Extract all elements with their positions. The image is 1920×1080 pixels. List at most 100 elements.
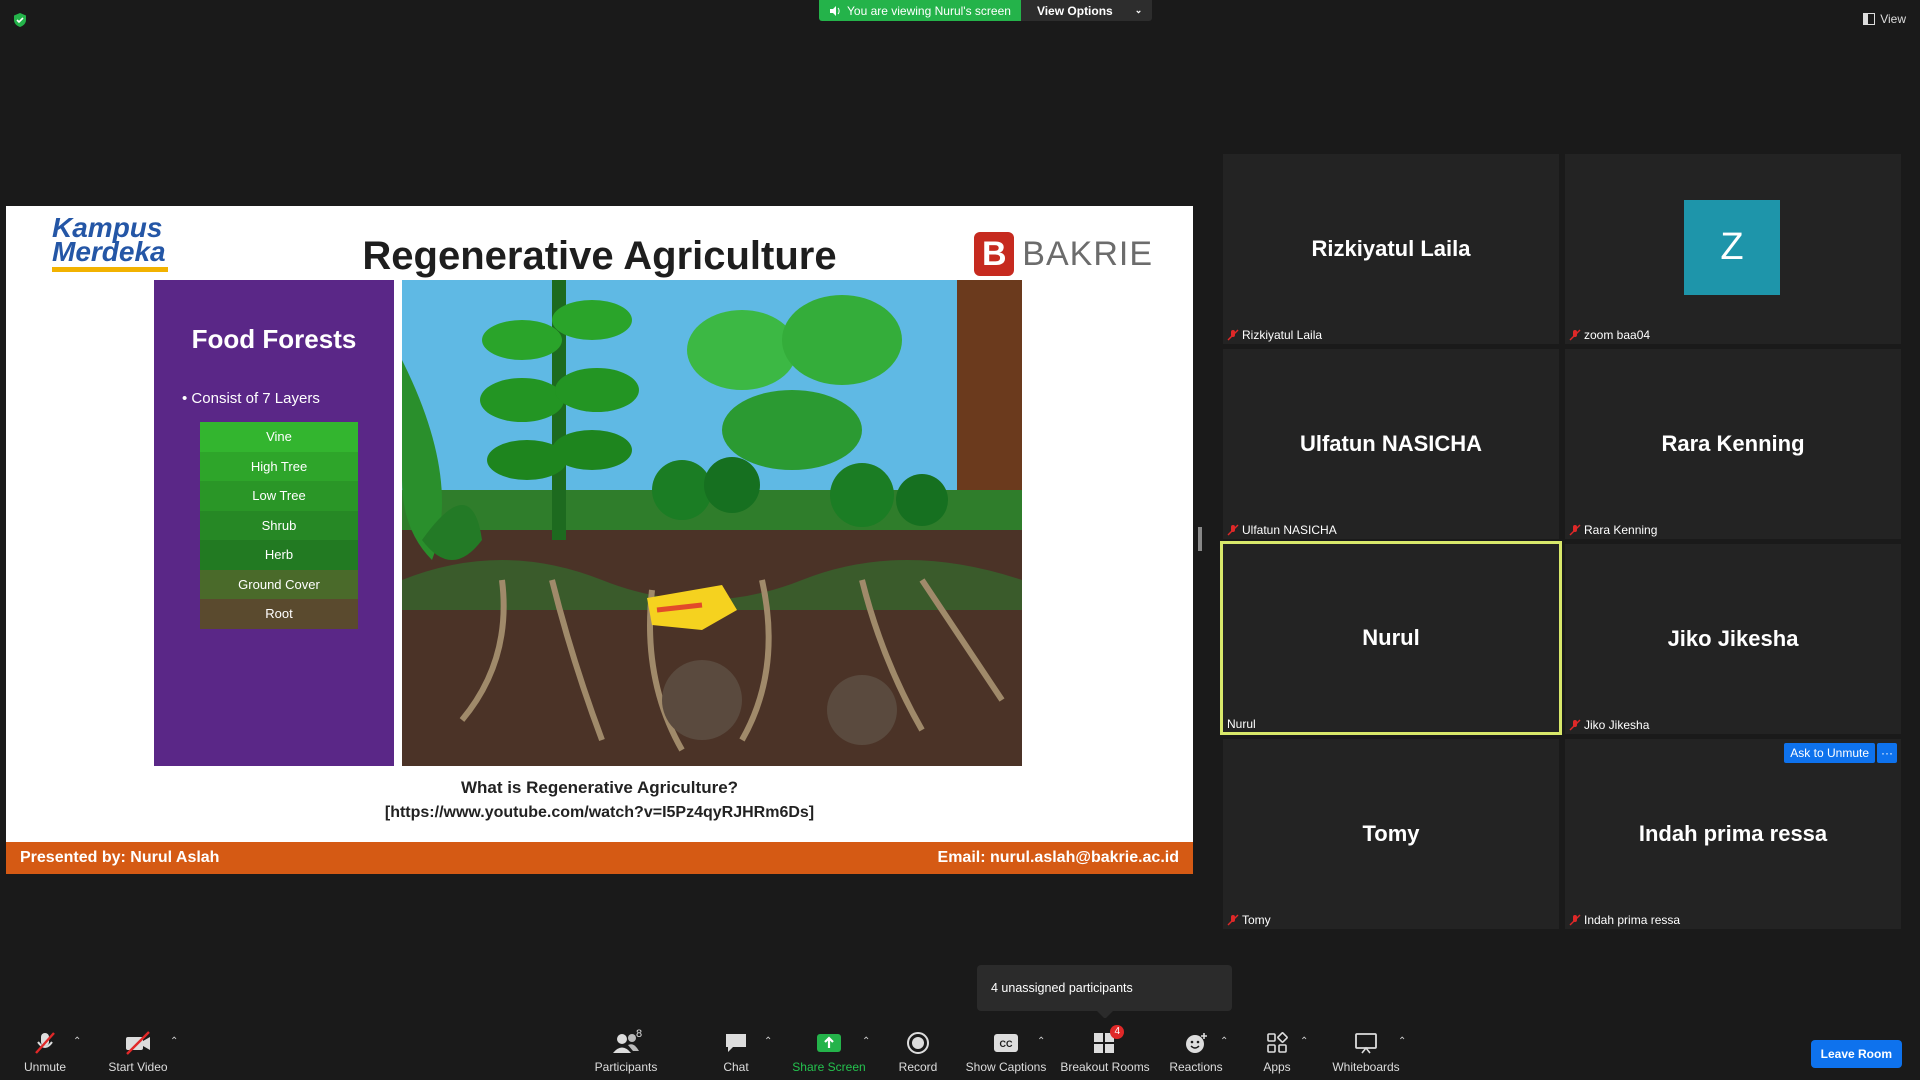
whiteboards-options-caret[interactable]: ⌃ (1398, 1036, 1406, 1047)
panel-bullet: • Consist of 7 Layers (182, 390, 320, 407)
bakrie-logo-mark: B (974, 232, 1015, 276)
share-screen-button[interactable]: Share Screen (784, 1028, 874, 1074)
screen-share-banner: You are viewing Nurul's screen View Opti… (819, 0, 1153, 21)
slide-question: What is Regenerative Agriculture? (460, 778, 739, 797)
participants-count: 8 (636, 1028, 643, 1040)
view-options-button[interactable]: View Options ⌄ (1020, 0, 1153, 21)
participant-label-text: Jiko Jikesha (1584, 718, 1650, 732)
audio-options-caret[interactable]: ⌃ (73, 1036, 81, 1047)
more-options-button[interactable]: ··· (1877, 743, 1897, 763)
participant-label: Jiko Jikesha (1569, 718, 1649, 732)
reactions-options-caret[interactable]: ⌃ (1220, 1036, 1228, 1047)
speaker-icon (830, 5, 840, 16)
view-button[interactable]: View (1863, 12, 1906, 26)
slide-link[interactable]: [https://www.youtube.com/watch?v=I5Pz4qy… (6, 804, 1193, 822)
presented-by: Presented by: Nurul Aslah (20, 849, 220, 866)
participant-label-text: Rizkiyatul Laila (1242, 328, 1323, 342)
chevron-down-icon: ⌄ (1134, 5, 1143, 15)
layer-item: Low Tree (200, 481, 358, 511)
participant-tile[interactable]: Z zoom baa04 (1565, 154, 1901, 344)
participant-label: Rizkiyatul Laila (1227, 328, 1322, 342)
svg-text:CC: CC (1000, 1039, 1013, 1049)
record-label: Record (898, 1060, 938, 1074)
layer-item: Vine (200, 422, 358, 452)
chat-button[interactable]: Chat (691, 1028, 781, 1074)
participant-label-text: zoom baa04 (1584, 328, 1651, 342)
presenter-email: Email: nurul.aslah@bakrie.ac.id (937, 849, 1179, 866)
layer-item: High Tree (200, 451, 358, 481)
participant-name: Tomy (1362, 821, 1420, 846)
reactions-icon (1186, 1033, 1207, 1053)
mic-muted-icon (35, 1032, 55, 1054)
participant-tile[interactable]: Rara Kenning Rara Kenning (1565, 349, 1901, 539)
mic-muted-icon (1569, 914, 1581, 926)
layer-item: Herb (200, 540, 358, 570)
start-video-label: Start Video (108, 1060, 168, 1074)
mic-muted-icon (1569, 524, 1581, 536)
participant-name: Jiko Jikesha (1667, 626, 1799, 651)
whiteboard-icon (1355, 1033, 1377, 1054)
viewing-text: You are viewing Nurul's screen (847, 3, 1011, 18)
participant-tile[interactable]: Tomy Tomy (1223, 739, 1559, 929)
participant-tile[interactable]: Ask to Unmute ··· Indah prima ressa Inda… (1565, 739, 1901, 929)
mic-muted-icon (1227, 524, 1239, 536)
participant-tile[interactable]: Ulfatun NASICHA Ulfatun NASICHA (1223, 349, 1559, 539)
captions-options-caret[interactable]: ⌃ (1037, 1036, 1045, 1047)
gallery-view-icon (1863, 13, 1876, 25)
participant-name: Ulfatun NASICHA (1299, 431, 1483, 456)
tooltip-text: 4 unassigned participants (991, 981, 1133, 995)
video-off-icon (126, 1031, 150, 1055)
panel-resize-handle[interactable] (1198, 527, 1202, 551)
participant-label-text: Indah prima ressa (1584, 913, 1681, 927)
food-forest-illustration (402, 280, 1022, 766)
bakrie-logo: B BAKRIE (974, 232, 1153, 276)
record-button[interactable]: Record (873, 1028, 963, 1074)
mic-muted-icon (1227, 914, 1239, 926)
participant-label: Nurul (1227, 717, 1256, 731)
reactions-label: Reactions (1169, 1060, 1223, 1074)
participants-label: Participants (594, 1060, 658, 1074)
participant-tile-active-speaker[interactable]: Nurul Nurul (1220, 541, 1562, 735)
video-options-caret[interactable]: ⌃ (170, 1036, 178, 1047)
whiteboards-label: Whiteboards (1332, 1060, 1400, 1074)
apps-label: Apps (1263, 1060, 1291, 1074)
participant-tile[interactable]: Jiko Jikesha Jiko Jikesha (1565, 544, 1901, 734)
bullet-text: Consist of 7 Layers (191, 390, 320, 407)
participant-name: Rara Kenning (1661, 431, 1805, 456)
participant-tile[interactable]: Rizkiyatul Laila Rizkiyatul Laila (1223, 154, 1559, 344)
shield-icon[interactable] (12, 12, 28, 28)
participants-button[interactable]: 8 Participants (581, 1028, 671, 1074)
participant-label: Tomy (1227, 913, 1271, 927)
mic-muted-icon (1569, 719, 1581, 731)
whiteboards-button[interactable]: Whiteboards (1321, 1028, 1411, 1074)
participant-name: Nurul (1362, 625, 1420, 650)
avatar: Z (1684, 200, 1780, 295)
viewing-indicator: You are viewing Nurul's screen (819, 0, 1021, 21)
start-video-button[interactable]: Start Video (93, 1028, 183, 1074)
layers-list: Vine High Tree Low Tree Shrub Herb Ground Cov… (200, 422, 358, 629)
captions-icon: CC (994, 1034, 1018, 1052)
layer-item: Shrub (200, 510, 358, 540)
participant-name: Rizkiyatul Laila (1311, 236, 1471, 261)
view-label: View (1880, 12, 1906, 26)
participant-label-text: Ulfatun NASICHA (1242, 523, 1337, 537)
breakout-rooms-button[interactable]: 4 Breakout Rooms (1060, 1025, 1150, 1074)
ask-to-unmute-button[interactable]: Ask to Unmute (1784, 743, 1875, 763)
unmute-button[interactable]: Unmute (0, 1028, 90, 1074)
chat-options-caret[interactable]: ⌃ (764, 1036, 772, 1047)
meeting-toolbar: Unmute ⌃ Start Video ⌃ 8 Participants Ch… (0, 1018, 1920, 1080)
apps-button[interactable]: Apps (1232, 1028, 1322, 1074)
apps-options-caret[interactable]: ⌃ (1300, 1036, 1308, 1047)
share-options-caret[interactable]: ⌃ (862, 1036, 870, 1047)
participant-label: Rara Kenning (1569, 523, 1657, 537)
panel-title: Food Forests (191, 324, 357, 354)
participant-label: zoom baa04 (1569, 328, 1650, 342)
shared-screen-slide: Kampus Merdeka Regenerative Agriculture … (6, 206, 1193, 874)
layer-item: Root (200, 599, 358, 629)
reactions-button[interactable]: Reactions (1151, 1028, 1241, 1074)
participant-name: Indah prima ressa (1638, 821, 1828, 846)
chat-icon (726, 1034, 746, 1052)
bakrie-logo-text: BAKRIE (1022, 234, 1153, 273)
leave-room-button[interactable]: Leave Room (1810, 1040, 1902, 1068)
show-captions-button[interactable]: CC Show Captions (961, 1028, 1051, 1074)
